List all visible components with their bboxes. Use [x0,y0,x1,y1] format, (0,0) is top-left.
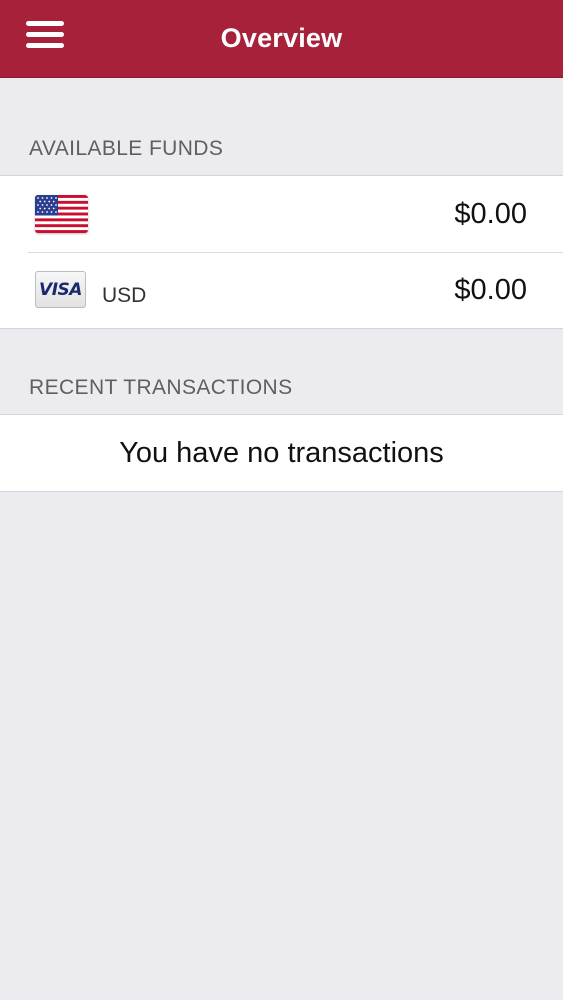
us-flag-icon [35,195,88,233]
available-funds-section-header: AVAILABLE FUNDS [0,78,563,175]
available-funds-list: $0.00 VISA USD $0.00 [0,175,563,329]
funds-currency-label: USD [102,284,147,307]
recent-transactions-list: You have no transactions [0,414,563,492]
page-title: Overview [220,23,343,53]
funds-row-visa[interactable]: VISA USD $0.00 [0,252,563,328]
funds-amount: $0.00 [454,198,527,230]
available-funds-label: AVAILABLE FUNDS [29,137,224,160]
no-transactions-message: You have no transactions [119,436,444,469]
funds-row-us[interactable]: $0.00 [0,176,563,252]
top-navigation-bar: Overview [0,0,563,78]
recent-transactions-label: RECENT TRANSACTIONS [29,376,293,399]
recent-transactions-section-header: RECENT TRANSACTIONS [0,329,563,414]
visa-logo-text: VISA [35,271,86,308]
visa-card-icon: VISA [35,271,88,309]
funds-amount: $0.00 [454,274,527,306]
overview-screen: Overview AVAILABLE FUNDS $0.00 VISA USD … [0,0,563,1000]
